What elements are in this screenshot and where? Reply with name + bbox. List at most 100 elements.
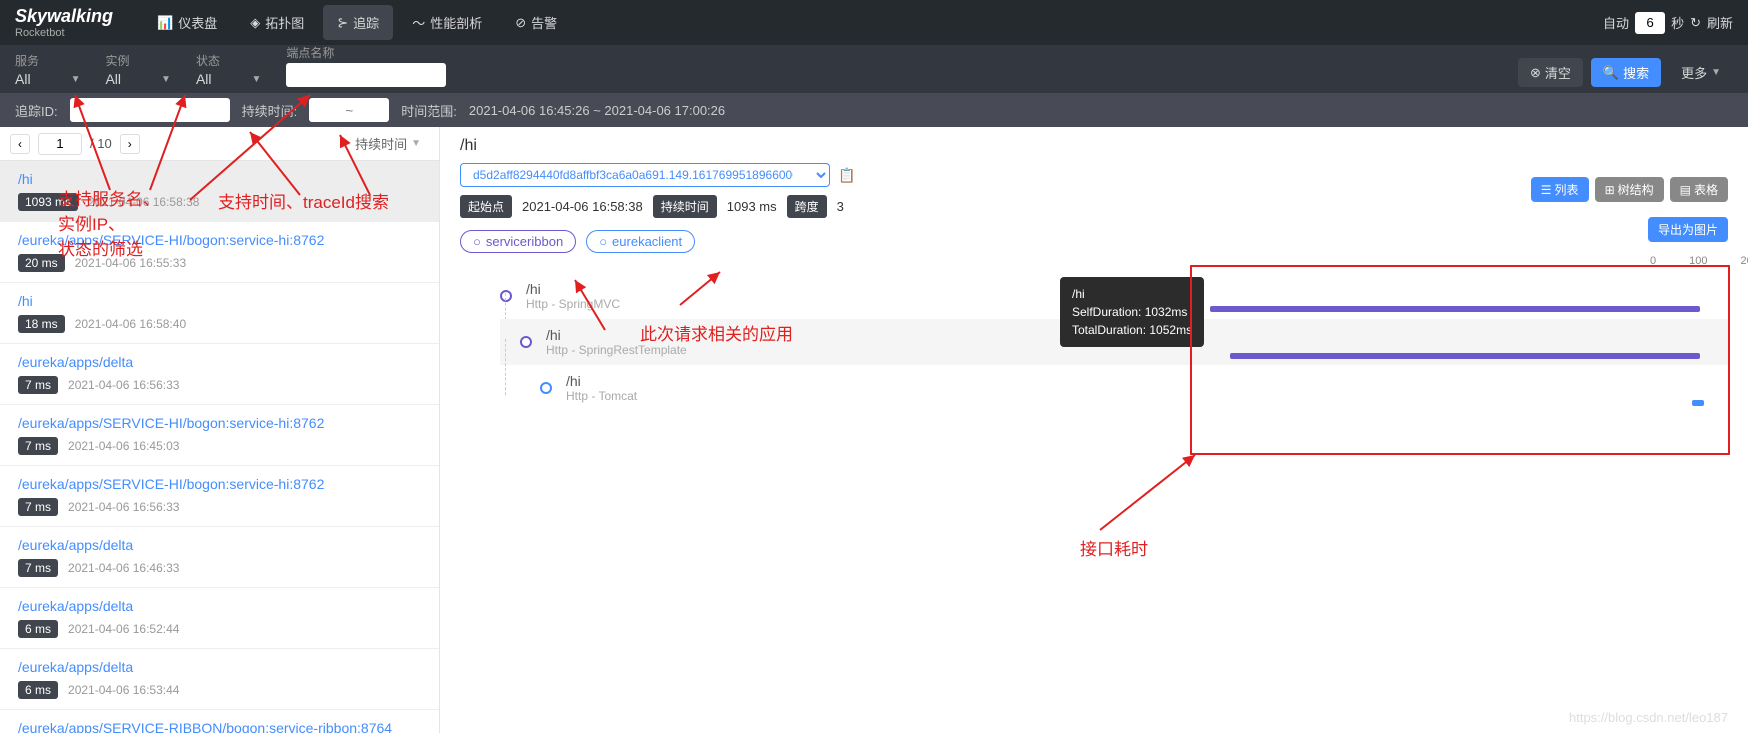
chevron-down-icon: ▼	[252, 74, 262, 85]
trace-name: /eureka/apps/delta	[18, 598, 421, 614]
nav-dashboard[interactable]: 📊 仪表盘	[143, 5, 231, 40]
auto-label: 自动	[1603, 13, 1629, 32]
duration-badge: 20 ms	[18, 254, 65, 272]
logo: Skywalking Rocketbot	[15, 6, 113, 39]
trace-item[interactable]: /hi 18 ms 2021-04-06 16:58:40	[0, 283, 439, 344]
detail-title: /hi	[460, 137, 1728, 155]
trace-item[interactable]: /eureka/apps/SERVICE-HI/bogon:service-hi…	[0, 405, 439, 466]
trace-item[interactable]: /eureka/apps/delta 6 ms 2021-04-06 16:53…	[0, 649, 439, 710]
sort-dropdown[interactable]: 持续时间 ▼	[347, 130, 429, 157]
trace-item[interactable]: /eureka/apps/delta 7 ms 2021-04-06 16:56…	[0, 344, 439, 405]
nav-profile[interactable]: 〜 性能剖析	[398, 5, 496, 40]
chevron-down-icon: ▼	[1711, 67, 1721, 78]
top-navbar: Skywalking Rocketbot 📊 仪表盘 ◈ 拓扑图 ⊱ 追踪 〜 …	[0, 0, 1748, 45]
duration-badge: 7 ms	[18, 498, 58, 516]
time-range-label: 时间范围:	[401, 101, 457, 120]
duration-value: 1093 ms	[727, 199, 777, 214]
copy-icon[interactable]: 📋	[838, 167, 855, 184]
filter-endpoint-label: 端点名称	[286, 44, 446, 61]
span-component: Http - SpringRestTemplate	[546, 343, 687, 357]
duration-badge: 18 ms	[18, 315, 65, 333]
trace-timestamp: 2021-04-06 16:55:33	[75, 256, 186, 270]
endpoint-input[interactable]	[286, 63, 446, 87]
logo-text: Skywalking	[15, 6, 113, 27]
duration-label: 持续时间:	[242, 101, 298, 120]
span-dot-icon	[540, 382, 552, 394]
view-table-button[interactable]: ▤ 表格	[1670, 177, 1728, 202]
span-name: /hi	[566, 373, 637, 389]
page-input[interactable]	[38, 133, 82, 155]
service-tag-eureka[interactable]: ○ eurekaclient	[586, 230, 695, 253]
duration-label: 持续时间	[653, 195, 717, 218]
duration-input[interactable]	[309, 98, 389, 122]
trace-list: /hi 1093 ms 2021-04-06 16:58:38/eureka/a…	[0, 161, 439, 733]
trace-timestamp: 2021-04-06 16:58:38	[88, 195, 199, 209]
trace-name: /eureka/apps/SERVICE-HI/bogon:service-hi…	[18, 415, 421, 431]
span-dot-icon	[520, 336, 532, 348]
refresh-button[interactable]: 刷新	[1707, 13, 1733, 32]
trace-id-label: 追踪ID:	[15, 101, 58, 120]
search-bar: 追踪ID: 持续时间: 时间范围: 2021-04-06 16:45:26 ~ …	[0, 93, 1748, 127]
trace-timestamp: 2021-04-06 16:46:33	[68, 561, 179, 575]
refresh-seconds-input[interactable]	[1635, 12, 1665, 34]
span-dot-icon	[500, 290, 512, 302]
trace-item[interactable]: /eureka/apps/SERVICE-HI/bogon:service-hi…	[0, 466, 439, 527]
span-label: 跨度	[787, 195, 827, 218]
refresh-icon[interactable]: ↻	[1690, 15, 1701, 31]
trace-list-panel: ‹ / 10 › 持续时间 ▼ /hi 1093 ms 2021-04-06 1…	[0, 127, 440, 733]
seconds-label: 秒	[1671, 13, 1684, 32]
duration-badge: 6 ms	[18, 620, 58, 638]
filter-endpoint: 端点名称	[286, 44, 446, 87]
filter-service-label: 服务	[15, 52, 80, 69]
trace-name: /eureka/apps/delta	[18, 354, 421, 370]
duration-badge: 7 ms	[18, 376, 58, 394]
pagination: ‹ / 10 › 持续时间 ▼	[0, 127, 439, 161]
annotation-box	[1190, 265, 1730, 455]
nav-trace[interactable]: ⊱ 追踪	[323, 5, 393, 40]
trace-id-input[interactable]	[70, 98, 230, 122]
trace-name: /eureka/apps/SERVICE-RIBBON/bogon:servic…	[18, 720, 421, 733]
next-page-button[interactable]: ›	[120, 134, 140, 154]
nav-alarm[interactable]: ⊘ 告警	[501, 5, 571, 40]
trace-timestamp: 2021-04-06 16:58:40	[75, 317, 186, 331]
clear-button[interactable]: ⊗清空	[1518, 58, 1583, 87]
trace-name: /eureka/apps/delta	[18, 537, 421, 553]
trace-name: /eureka/apps/SERVICE-HI/bogon:service-hi…	[18, 476, 421, 492]
filter-service[interactable]: 服务 All▼	[15, 52, 80, 87]
trace-timestamp: 2021-04-06 16:56:33	[68, 378, 179, 392]
duration-badge: 1093 ms	[18, 193, 78, 211]
top-right-controls: 自动 秒 ↻ 刷新	[1603, 12, 1733, 34]
watermark: https://blog.csdn.net/leo187	[1569, 710, 1728, 725]
trace-timestamp: 2021-04-06 16:45:03	[68, 439, 179, 453]
start-value: 2021-04-06 16:58:38	[522, 199, 643, 214]
search-button[interactable]: 🔍搜索	[1591, 58, 1661, 87]
view-tree-button[interactable]: ⊞ 树结构	[1595, 177, 1664, 202]
export-image-button[interactable]: 导出为图片	[1648, 217, 1728, 242]
more-button[interactable]: 更多 ▼	[1669, 58, 1733, 87]
trace-name: /eureka/apps/SERVICE-HI/bogon:service-hi…	[18, 232, 421, 248]
prev-page-button[interactable]: ‹	[10, 134, 30, 154]
filter-status[interactable]: 状态 All▼	[196, 52, 261, 87]
trace-name: /hi	[18, 171, 421, 187]
nav-topology[interactable]: ◈ 拓扑图	[236, 5, 318, 40]
filter-bar: 服务 All▼ 实例 All▼ 状态 All▼ 端点名称 ⊗清空 🔍搜索 更多 …	[0, 45, 1748, 93]
view-list-button[interactable]: ☰ 列表	[1531, 177, 1589, 202]
trace-name: /eureka/apps/delta	[18, 659, 421, 675]
duration-badge: 7 ms	[18, 559, 58, 577]
span-component: Http - Tomcat	[566, 389, 637, 403]
trace-item[interactable]: /eureka/apps/SERVICE-HI/bogon:service-hi…	[0, 222, 439, 283]
span-name: /hi	[546, 327, 687, 343]
trace-timestamp: 2021-04-06 16:56:33	[68, 500, 179, 514]
chevron-down-icon: ▼	[161, 74, 171, 85]
service-tag-ribbon[interactable]: ○ serviceribbon	[460, 230, 576, 253]
trace-item[interactable]: /hi 1093 ms 2021-04-06 16:58:38	[0, 161, 439, 222]
trace-item[interactable]: /eureka/apps/delta 6 ms 2021-04-06 16:52…	[0, 588, 439, 649]
span-name: /hi	[526, 281, 620, 297]
trace-item[interactable]: /eureka/apps/SERVICE-RIBBON/bogon:servic…	[0, 710, 439, 733]
span-component: Http - SpringMVC	[526, 297, 620, 311]
filter-instance[interactable]: 实例 All▼	[105, 52, 170, 87]
trace-id-select[interactable]: d5d2aff8294440fd8affbf3ca6a0a691.149.161…	[460, 163, 830, 187]
main-nav: 📊 仪表盘 ◈ 拓扑图 ⊱ 追踪 〜 性能剖析 ⊘ 告警	[143, 5, 571, 40]
trace-item[interactable]: /eureka/apps/delta 7 ms 2021-04-06 16:46…	[0, 527, 439, 588]
search-icon: 🔍	[1603, 65, 1619, 81]
